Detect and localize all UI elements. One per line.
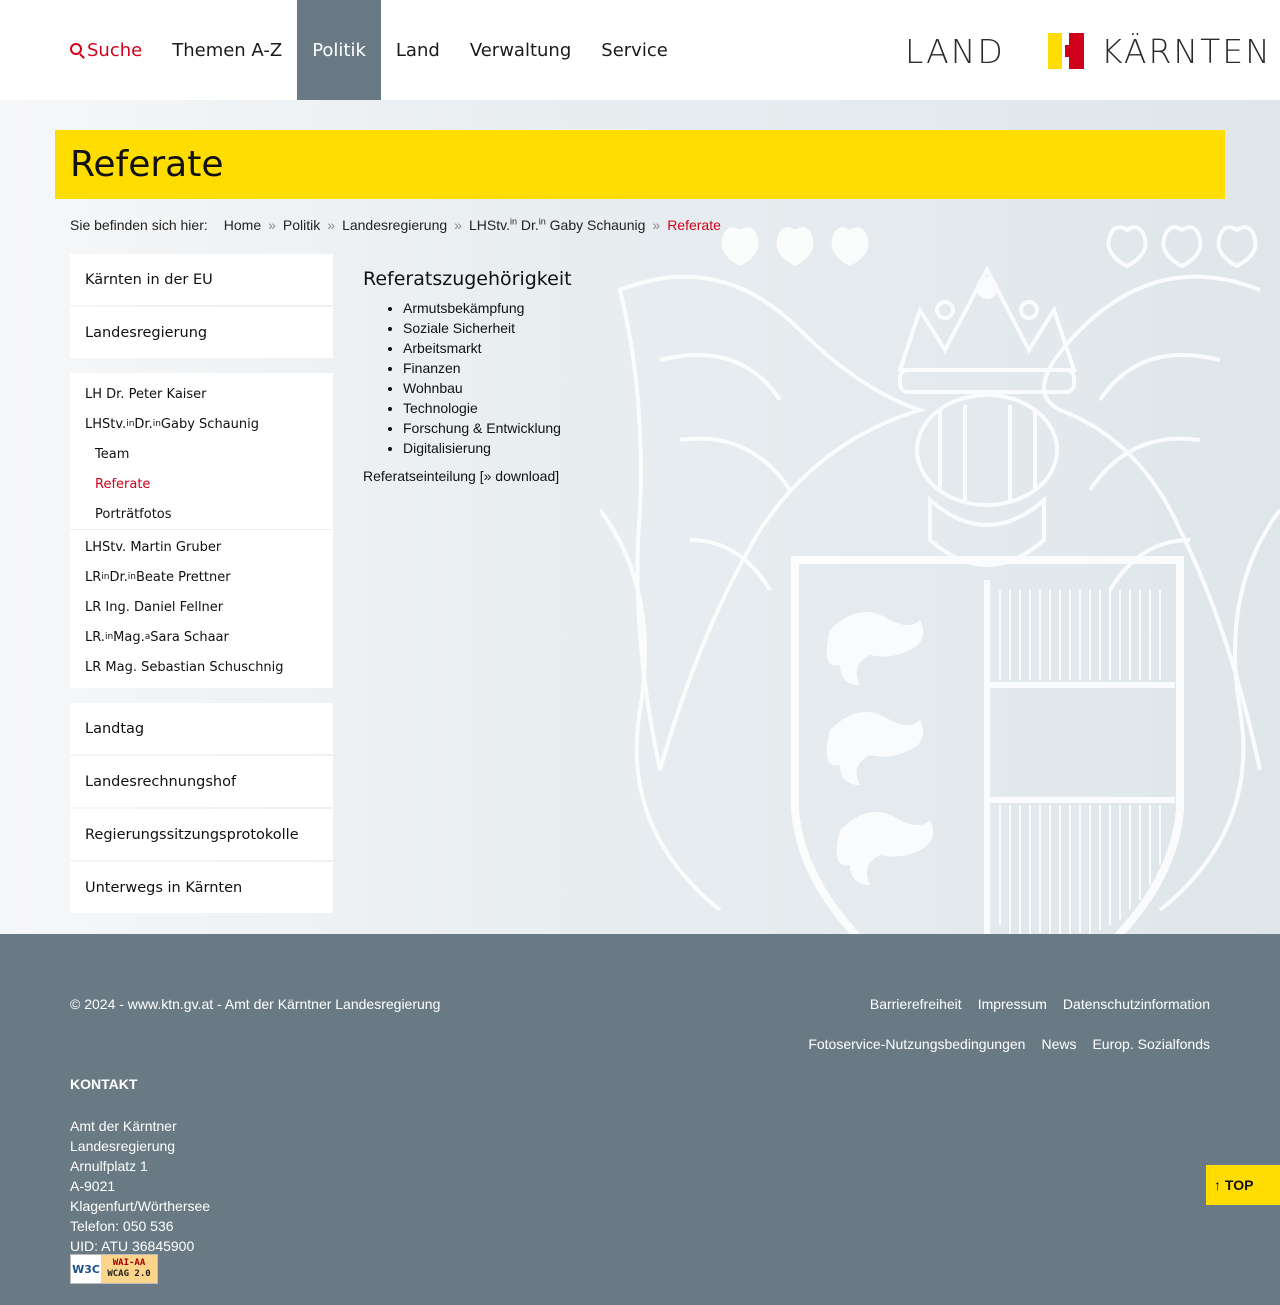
logo-text-right: KÄRNTEN bbox=[1100, 31, 1272, 71]
chevron-double-right-icon: » bbox=[652, 217, 661, 233]
nav-themen[interactable]: Themen A-Z bbox=[157, 0, 297, 100]
wcag-badge-text: WAI-AA WCAG 2.0 bbox=[101, 1255, 157, 1283]
sidebar-item-schaunig[interactable]: LHStv. in Dr. in Gaby Schaunig bbox=[70, 409, 333, 439]
list-item: Armutsbekämpfung bbox=[403, 298, 613, 318]
list-item: Wohnbau bbox=[403, 378, 613, 398]
copyright: © 2024 - www.ktn.gv.at - Amt der Kärntne… bbox=[70, 996, 441, 1012]
nav-land[interactable]: Land bbox=[381, 0, 455, 100]
address-line: Klagenfurt/Wörthersee bbox=[70, 1198, 211, 1214]
logo-mark-icon bbox=[1047, 33, 1085, 69]
crumb-sup: in bbox=[538, 216, 546, 227]
badge-line1: WAI-AA bbox=[112, 1258, 146, 1268]
item-text: Gaby Schaunig bbox=[160, 416, 259, 432]
address-line: A-9021 bbox=[70, 1178, 116, 1194]
page-title-bar: Referate bbox=[55, 130, 1225, 199]
breadcrumb-politik[interactable]: Politik bbox=[283, 217, 320, 233]
logo-text-left: LAND bbox=[905, 31, 1005, 71]
item-text: Dr. bbox=[134, 416, 153, 432]
breadcrumb-landesregierung[interactable]: Landesregierung bbox=[342, 217, 447, 233]
breadcrumb: Sie befinden sich hier: Home » Politik »… bbox=[70, 215, 721, 235]
list-item: Arbeitsmarkt bbox=[403, 338, 613, 358]
crumb-text: LHStv. bbox=[468, 217, 510, 233]
sidebar-item-kaiser[interactable]: LH Dr. Peter Kaiser bbox=[70, 379, 333, 409]
crumb-sup: in bbox=[509, 216, 517, 227]
sidebar-item-protokolle[interactable]: Regierungssitzungsprotokolle bbox=[70, 809, 333, 860]
item-text: LR bbox=[85, 569, 102, 585]
footer-link-barrierefreiheit[interactable]: Barrierefreiheit bbox=[870, 996, 962, 1012]
main-nav: Suche Themen A-Z Politik Land Verwaltung… bbox=[55, 0, 683, 100]
nav-search[interactable]: Suche bbox=[55, 0, 157, 100]
sidebar-subgroup: Team Referate Porträtfotos bbox=[70, 439, 333, 530]
list-item: Soziale Sicherheit bbox=[403, 318, 613, 338]
footer-links-row1: Barrierefreiheit Impressum Datenschutzin… bbox=[870, 996, 1210, 1012]
coat-of-arms-watermark-icon bbox=[600, 225, 1280, 934]
list-item: Technologie bbox=[403, 398, 613, 418]
address-line: UID: ATU 36845900 bbox=[70, 1238, 195, 1254]
chevron-double-right-icon: » bbox=[327, 217, 336, 233]
item-text: Mag. bbox=[113, 629, 145, 645]
referate-list: Armutsbekämpfung Soziale Sicherheit Arbe… bbox=[403, 298, 613, 458]
sidebar-item-referate[interactable]: Referate bbox=[70, 469, 333, 499]
item-text: Dr. bbox=[109, 569, 128, 585]
sidebar-nav: Kärnten in der EU Landesregierung LH Dr.… bbox=[70, 254, 333, 915]
chevron-double-right-icon: » bbox=[268, 217, 276, 233]
site-footer: © 2024 - www.ktn.gv.at - Amt der Kärntne… bbox=[0, 934, 1280, 1305]
sidebar-item-schaar[interactable]: LR. in Mag. a Sara Schaar bbox=[70, 622, 333, 652]
footer-links-row2: Fotoservice-Nutzungsbedingungen News Eur… bbox=[808, 1036, 1210, 1052]
site-logo[interactable]: LAND KÄRNTEN bbox=[905, 31, 1272, 71]
address-line: Landesregierung bbox=[70, 1138, 176, 1154]
sidebar-item-landesrechnungshof[interactable]: Landesrechnungshof bbox=[70, 756, 333, 807]
crumb-text: Gaby Schaunig bbox=[545, 217, 646, 233]
list-item: Digitalisierung bbox=[403, 438, 613, 458]
back-to-top-button[interactable]: ↑ TOP bbox=[1206, 1165, 1280, 1205]
sidebar-item-prettner[interactable]: LR in Dr. in Beate Prettner bbox=[70, 562, 333, 592]
footer-link-sozialfonds[interactable]: Europ. Sozialfonds bbox=[1092, 1036, 1210, 1052]
item-text: LR. bbox=[85, 629, 105, 645]
nav-verwaltung[interactable]: Verwaltung bbox=[455, 0, 586, 100]
list-item: Finanzen bbox=[403, 358, 613, 378]
address-line: Telefon: 050 536 bbox=[70, 1218, 174, 1234]
footer-link-fotoservice[interactable]: Fotoservice-Nutzungsbedingungen bbox=[808, 1036, 1025, 1052]
crumb-text: Dr. bbox=[516, 217, 539, 233]
sidebar-item-portraetfotos[interactable]: Porträtfotos bbox=[70, 499, 333, 529]
item-text: Sara Schaar bbox=[150, 629, 229, 645]
search-icon bbox=[70, 43, 82, 55]
footer-link-news[interactable]: News bbox=[1041, 1036, 1076, 1052]
footer-link-impressum[interactable]: Impressum bbox=[978, 996, 1047, 1012]
item-text: Beate Prettner bbox=[136, 569, 231, 585]
badge-line2: WCAG 2.0 bbox=[107, 1269, 151, 1279]
page-title: Referate bbox=[70, 144, 224, 185]
list-item: Forschung & Entwicklung bbox=[403, 418, 613, 438]
w3c-logo-icon: W3C bbox=[71, 1255, 101, 1283]
wcag-badge[interactable]: W3C WAI-AA WCAG 2.0 bbox=[70, 1254, 158, 1284]
main-content: Referatszugehörigkeit Armutsbekämpfung S… bbox=[363, 268, 613, 484]
nav-politik[interactable]: Politik bbox=[297, 0, 381, 100]
sidebar-item-landtag[interactable]: Landtag bbox=[70, 703, 333, 754]
sidebar-item-landesregierung[interactable]: Landesregierung bbox=[70, 307, 333, 358]
breadcrumb-lead: Sie befinden sich hier: bbox=[70, 217, 208, 233]
download-link[interactable]: Referatseinteilung [» download] bbox=[363, 468, 613, 484]
nav-search-label: Suche bbox=[87, 39, 143, 61]
sidebar-item-gruber[interactable]: LHStv. Martin Gruber bbox=[70, 532, 333, 562]
sidebar-item-unterwegs[interactable]: Unterwegs in Kärnten bbox=[70, 862, 333, 913]
footer-link-datenschutz[interactable]: Datenschutzinformation bbox=[1063, 996, 1210, 1012]
breadcrumb-schaunig[interactable]: LHStv.in Dr.in Gaby Schaunig bbox=[469, 217, 645, 233]
address-line: Arnulfplatz 1 bbox=[70, 1158, 148, 1174]
contact-address: Amt der Kärntner Landesregierung Arnulfp… bbox=[70, 1116, 210, 1256]
address-line: Amt der Kärntner bbox=[70, 1118, 177, 1134]
site-header: Suche Themen A-Z Politik Land Verwaltung… bbox=[0, 0, 1280, 100]
sidebar-item-team[interactable]: Team bbox=[70, 439, 333, 469]
sidebar-item-fellner[interactable]: LR Ing. Daniel Fellner bbox=[70, 592, 333, 622]
breadcrumb-home[interactable]: Home bbox=[224, 217, 261, 233]
sidebar-item-eu[interactable]: Kärnten in der EU bbox=[70, 254, 333, 305]
item-text: LHStv. bbox=[85, 416, 127, 432]
nav-service[interactable]: Service bbox=[586, 0, 683, 100]
content-heading: Referatszugehörigkeit bbox=[363, 268, 572, 290]
sidebar-item-schuschnig[interactable]: LR Mag. Sebastian Schuschnig bbox=[70, 652, 333, 682]
kontakt-heading: KONTAKT bbox=[70, 1076, 138, 1092]
sidebar-submenu: LH Dr. Peter Kaiser LHStv. in Dr. in Gaby … bbox=[70, 373, 333, 688]
chevron-double-right-icon: » bbox=[454, 217, 462, 233]
breadcrumb-current: Referate bbox=[667, 217, 721, 233]
